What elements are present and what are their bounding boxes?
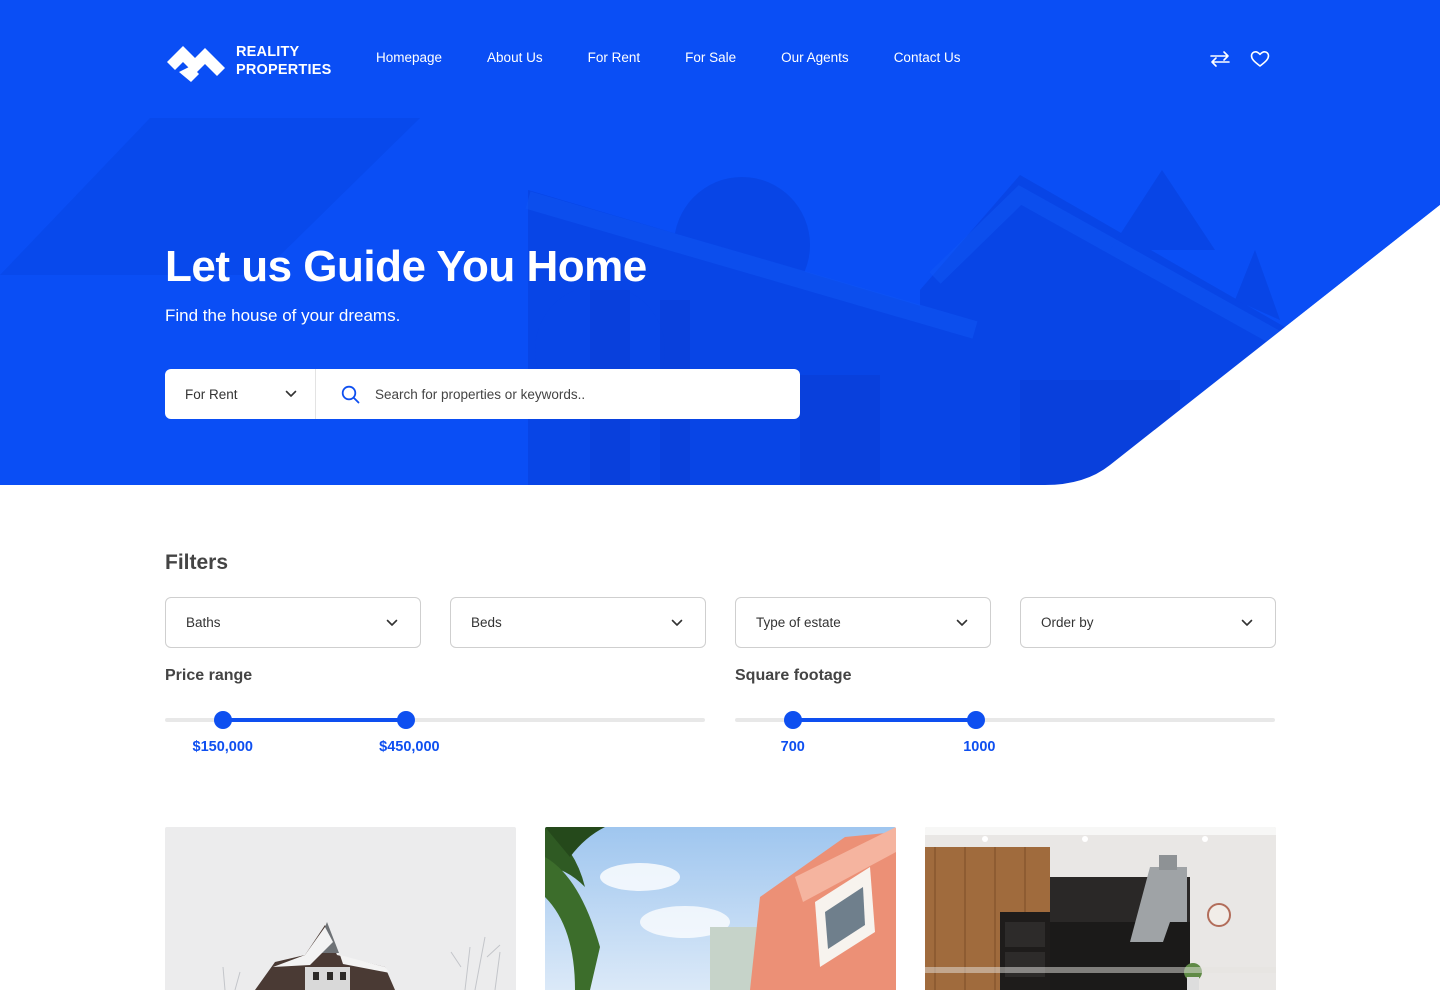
order-by-dropdown-label: Order by bbox=[1041, 615, 1094, 630]
nav-about-us[interactable]: About Us bbox=[487, 50, 543, 65]
estate-type-dropdown[interactable]: Type of estate bbox=[735, 597, 991, 648]
sqft-min-value: 700 bbox=[780, 739, 805, 755]
property-photo-modern-kitchen bbox=[925, 827, 1276, 990]
property-photo-pink-building bbox=[545, 827, 896, 990]
price-range-slider[interactable] bbox=[165, 711, 705, 729]
compare-arrows-icon[interactable] bbox=[1209, 48, 1231, 70]
property-card[interactable] bbox=[925, 827, 1276, 990]
price-min-handle[interactable] bbox=[213, 711, 232, 729]
search-mode-value: For Rent bbox=[185, 386, 238, 402]
nav-contact-us[interactable]: Contact Us bbox=[894, 50, 961, 65]
baths-dropdown-label: Baths bbox=[186, 615, 221, 630]
property-card[interactable] bbox=[545, 827, 896, 990]
square-footage-slider[interactable] bbox=[735, 711, 1275, 729]
price-range-label: Price range bbox=[165, 667, 253, 684]
header-actions bbox=[1209, 48, 1289, 70]
order-by-dropdown[interactable]: Order by bbox=[1020, 597, 1276, 648]
logo-mark-icon bbox=[167, 46, 225, 82]
nav-homepage[interactable]: Homepage bbox=[376, 50, 442, 65]
filters-title: Filters bbox=[165, 551, 229, 574]
site-header: REALITY PROPERTIES Homepage About Us For… bbox=[0, 0, 1440, 118]
hero-subtitle: Find the house of your dreams. bbox=[165, 306, 401, 325]
square-footage-label: Square footage bbox=[735, 667, 852, 684]
square-footage-fill bbox=[792, 718, 977, 722]
brand-name: REALITY PROPERTIES bbox=[236, 44, 332, 78]
estate-type-dropdown-label: Type of estate bbox=[756, 615, 841, 630]
baths-dropdown[interactable]: Baths bbox=[165, 597, 421, 648]
heart-icon[interactable] bbox=[1249, 48, 1271, 70]
nav-for-sale[interactable]: For Sale bbox=[685, 50, 736, 65]
main-nav: Homepage About Us For Rent For Sale Our … bbox=[376, 50, 1005, 65]
search-mode-select[interactable]: For Rent bbox=[165, 369, 316, 419]
chevron-down-icon bbox=[956, 619, 968, 626]
property-photo-snowy-house bbox=[165, 827, 516, 990]
nav-our-agents[interactable]: Our Agents bbox=[781, 50, 849, 65]
sqft-max-handle[interactable] bbox=[967, 711, 986, 729]
price-max-handle[interactable] bbox=[397, 711, 416, 729]
sqft-min-handle[interactable] bbox=[783, 711, 802, 729]
chevron-down-icon bbox=[671, 619, 683, 626]
search-input[interactable] bbox=[375, 386, 775, 402]
sqft-max-value: 1000 bbox=[963, 739, 996, 755]
search-bar: For Rent bbox=[165, 369, 800, 419]
chevron-down-icon bbox=[386, 619, 398, 626]
chevron-down-icon bbox=[1241, 619, 1253, 626]
search-field bbox=[316, 385, 800, 404]
beds-dropdown-label: Beds bbox=[471, 615, 502, 630]
hero-title: Let us Guide You Home bbox=[165, 242, 647, 291]
logo[interactable]: REALITY PROPERTIES bbox=[165, 40, 331, 82]
nav-for-rent[interactable]: For Rent bbox=[588, 50, 641, 65]
price-max-value: $450,000 bbox=[379, 739, 440, 755]
chevron-down-icon bbox=[285, 390, 297, 397]
beds-dropdown[interactable]: Beds bbox=[450, 597, 706, 648]
hero-section: REALITY PROPERTIES Homepage About Us For… bbox=[0, 0, 1440, 485]
price-min-value: $150,000 bbox=[192, 739, 254, 755]
search-icon bbox=[341, 385, 360, 403]
price-range-fill bbox=[222, 718, 407, 722]
property-card[interactable] bbox=[165, 827, 516, 990]
